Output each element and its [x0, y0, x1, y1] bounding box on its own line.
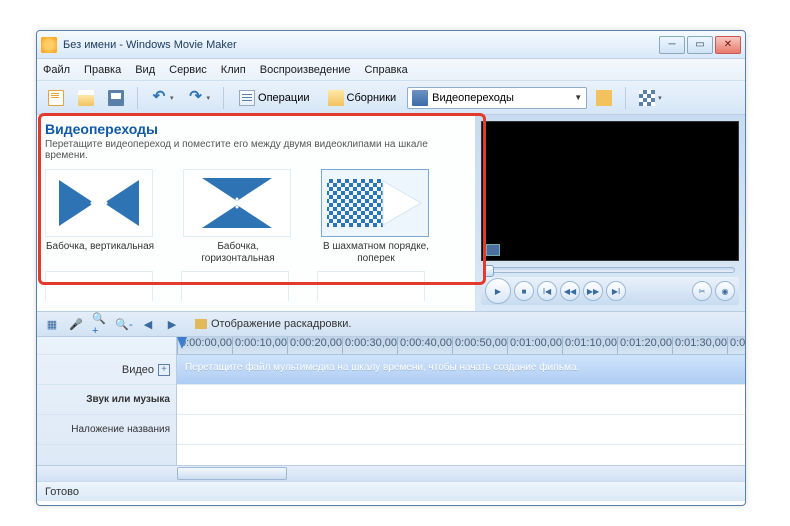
transition-item[interactable]: [45, 271, 153, 301]
title-track[interactable]: [177, 415, 745, 445]
preview-monitor[interactable]: [481, 121, 739, 261]
transition-item[interactable]: В шахматном порядке, поперек: [321, 169, 431, 265]
panel-subtitle: Перетащите видеопереход и поместите его …: [45, 139, 467, 161]
tasks-button[interactable]: Операции: [232, 86, 316, 110]
track-title-label: Наложение названия: [37, 415, 176, 445]
menubar: Файл Правка Вид Сервис Клип Воспроизведе…: [37, 59, 745, 81]
time-ruler[interactable]: 0:00:00,000:00:10,000:00:20,000:00:30,00…: [177, 337, 745, 355]
snapshot-button[interactable]: ◉: [715, 281, 735, 301]
seek-knob[interactable]: [484, 265, 494, 277]
split-button[interactable]: ✂: [692, 281, 712, 301]
main-area: Видеопереходы Перетащите видеопереход и …: [37, 115, 745, 311]
film-icon: [412, 90, 428, 106]
narrate-button[interactable]: 🎤: [67, 315, 85, 333]
status-text: Готово: [45, 486, 79, 498]
menu-service[interactable]: Сервис: [169, 64, 207, 76]
collections-button[interactable]: Сборники: [321, 86, 404, 110]
folder-up-icon: [596, 90, 612, 106]
transition-label: Бабочка, вертикальная: [45, 241, 155, 253]
horizontal-scrollbar[interactable]: [37, 465, 745, 481]
window-title: Без имени - Windows Movie Maker: [63, 39, 659, 51]
transition-item[interactable]: [181, 271, 289, 301]
preview-panel: ▶ ■ І◀ ◀◀ ▶▶ ▶І ✂ ◉: [475, 115, 745, 311]
track-labels: Видео+ Звук или музыка Наложение названи…: [37, 337, 177, 465]
minimize-button[interactable]: ─: [659, 36, 685, 54]
dropdown-value: Видеопереходы: [432, 92, 514, 104]
seek-bar[interactable]: [481, 265, 739, 275]
redo-button[interactable]: ↷▾: [183, 86, 216, 110]
menu-help[interactable]: Справка: [365, 64, 408, 76]
checkerboard-icon: [325, 175, 425, 231]
transition-item[interactable]: Бабочка, горизонтальная: [183, 169, 293, 265]
menu-edit[interactable]: Правка: [84, 64, 121, 76]
storyboard-toggle[interactable]: Отображение раскадровки.: [195, 318, 351, 330]
tracks-area[interactable]: 0:00:00,000:00:10,000:00:20,000:00:30,00…: [177, 337, 745, 465]
playback-controls: ▶ ■ І◀ ◀◀ ▶▶ ▶І ✂ ◉: [481, 277, 739, 305]
collections-dropdown[interactable]: Видеопереходы ▼: [407, 87, 587, 109]
transition-label: Бабочка, горизонтальная: [183, 241, 293, 265]
scrollbar-thumb[interactable]: [177, 467, 287, 480]
panel-heading: Видеопереходы: [45, 121, 467, 137]
undo-button[interactable]: ↶▾: [146, 86, 179, 110]
butterfly-horizontal-icon: [192, 175, 282, 231]
collections-icon: [328, 90, 344, 106]
up-button[interactable]: [591, 86, 617, 110]
zoom-in-button[interactable]: 🔍+: [91, 315, 109, 333]
zoom-out-button[interactable]: 🔍-: [115, 315, 133, 333]
next-button[interactable]: ▶І: [606, 281, 626, 301]
save-icon: [108, 90, 124, 106]
titlebar[interactable]: Без имени - Windows Movie Maker ─ ▭ ✕: [37, 31, 745, 59]
maximize-button[interactable]: ▭: [687, 36, 713, 54]
menu-playback[interactable]: Воспроизведение: [260, 64, 351, 76]
preview-badge-icon: [486, 244, 500, 256]
new-icon: [48, 90, 64, 106]
redo-icon: ↷: [188, 90, 204, 106]
forward-button[interactable]: ▶▶: [583, 281, 603, 301]
play-timeline-button[interactable]: ▶: [163, 315, 181, 333]
menu-file[interactable]: Файл: [43, 64, 70, 76]
timeline-toolbar: ▦ 🎤 🔍+ 🔍- ◀ ▶ Отображение раскадровки.: [37, 311, 745, 337]
new-button[interactable]: [43, 86, 69, 110]
video-track[interactable]: Перетащите файл мультимедиа на шкалу вре…: [177, 355, 745, 385]
thumbnails-icon: [639, 90, 655, 106]
app-icon: [41, 37, 57, 53]
close-button[interactable]: ✕: [715, 36, 741, 54]
transition-label: В шахматном порядке, поперек: [321, 241, 431, 265]
menu-view[interactable]: Вид: [135, 64, 155, 76]
separator: [625, 87, 626, 109]
menu-clip[interactable]: Клип: [221, 64, 246, 76]
open-icon: [78, 90, 94, 106]
play-button[interactable]: ▶: [485, 278, 511, 304]
track-audio-label: Звук или музыка: [37, 385, 176, 415]
transition-item[interactable]: [317, 271, 425, 301]
transitions-panel: Видеопереходы Перетащите видеопереход и …: [37, 115, 475, 311]
separator: [137, 87, 138, 109]
statusbar: Готово: [37, 481, 745, 501]
open-button[interactable]: [73, 86, 99, 110]
tasks-icon: [239, 90, 255, 106]
timeline: Видео+ Звук или музыка Наложение названи…: [37, 337, 745, 465]
app-window: Без имени - Windows Movie Maker ─ ▭ ✕ Фа…: [36, 30, 746, 506]
timeline-view-button[interactable]: ▦: [43, 315, 61, 333]
butterfly-vertical-icon: [54, 175, 144, 231]
track-video-label: Видео+: [37, 355, 176, 385]
transition-item[interactable]: Бабочка, вертикальная: [45, 169, 155, 265]
toolbar: ↶▾ ↷▾ Операции Сборники Видеопереходы ▼ …: [37, 81, 745, 115]
stop-button[interactable]: ■: [514, 281, 534, 301]
chevron-down-icon: ▼: [574, 93, 582, 102]
prev-button[interactable]: І◀: [537, 281, 557, 301]
undo-icon: ↶: [151, 90, 167, 106]
expand-icon[interactable]: +: [158, 364, 170, 376]
save-button[interactable]: [103, 86, 129, 110]
separator: [223, 87, 224, 109]
video-track-hint: Перетащите файл мультимедиа на шкалу вре…: [185, 362, 579, 373]
view-button[interactable]: ▾: [634, 86, 667, 110]
audio-track[interactable]: [177, 385, 745, 415]
rewind-timeline-button[interactable]: ◀: [139, 315, 157, 333]
rewind-button[interactable]: ◀◀: [560, 281, 580, 301]
